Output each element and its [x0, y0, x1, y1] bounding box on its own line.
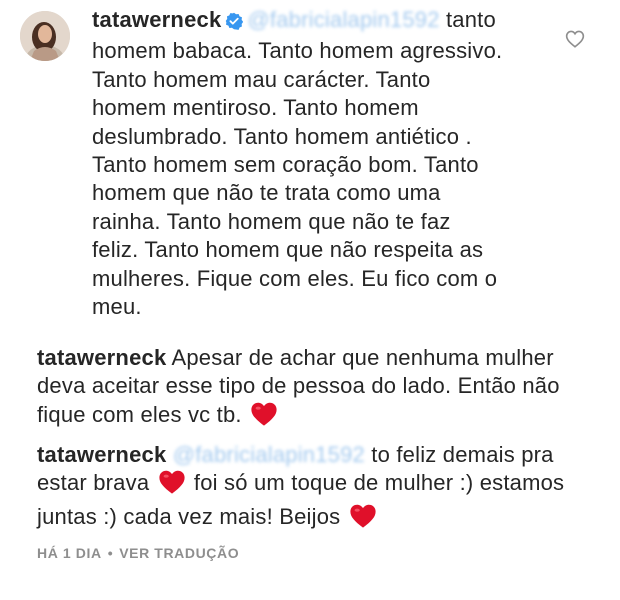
reply-username[interactable]: tatawerneck	[37, 442, 166, 467]
comment-meta: HÁ 1 DIA • VER TRADUÇÃO	[37, 545, 239, 561]
comment-text-line: homem que não te trata como uma	[92, 180, 441, 206]
timestamp: HÁ 1 DIA	[37, 545, 102, 561]
reply-text-line: fique com eles vc tb.	[37, 401, 242, 427]
reply-1: tatawerneck Apesar de achar que nenhuma …	[37, 344, 597, 434]
profile-photo	[20, 11, 70, 61]
see-translation-button[interactable]: VER TRADUÇÃO	[119, 545, 239, 561]
heart-outline-icon[interactable]	[565, 30, 585, 53]
comment-text-line: rainha. Tanto homem que não te faz	[92, 208, 451, 234]
reply-2: tatawerneck @fabricialapin1592 to feliz …	[37, 441, 597, 536]
comment-text-line: feliz. Tanto homem que não respeita as	[92, 237, 484, 263]
comment-text-line: Tanto homem mau carácter. Tanto	[92, 66, 431, 92]
comment-text-line: deslumbrado. Tanto homem antiético .	[92, 123, 472, 149]
reply-text-line: to feliz demais pra	[371, 442, 554, 467]
comment-username[interactable]: tatawerneck	[92, 7, 221, 32]
comment-text-line: meu.	[92, 294, 142, 320]
reply-text-line: estar brava	[37, 470, 150, 496]
comment-text-line: homem babaca. Tanto homem agressivo.	[92, 38, 503, 64]
reply-text-line: foi só um toque de mulher :) estamos	[193, 470, 565, 496]
reply-mention[interactable]: @fabricialapin1592	[173, 442, 365, 467]
comment-text-line: homem mentiroso. Tanto homem	[92, 95, 419, 121]
verified-badge-icon	[225, 9, 244, 37]
separator-dot: •	[107, 545, 114, 561]
red-heart-emoji	[349, 503, 377, 536]
comment-body: tatawerneck @fabricialapin1592 tanto home…	[92, 6, 532, 321]
comment-mention[interactable]: @fabricialapin1592	[247, 7, 439, 32]
reply-username[interactable]: tatawerneck	[37, 345, 166, 370]
reply-text-line: juntas :) cada vez mais! Beijos	[37, 503, 341, 529]
avatar[interactable]	[20, 11, 70, 61]
comment-text-line: mulheres. Fique com eles. Eu fico com o	[92, 265, 498, 291]
comment-text-line: tanto	[445, 7, 496, 32]
red-heart-emoji	[158, 469, 186, 502]
reply-text-line: deva aceitar esse tipo de pessoa do lado…	[37, 373, 560, 399]
comment-text-line: Tanto homem sem coração bom. Tanto	[92, 152, 479, 178]
red-heart-emoji	[250, 401, 278, 434]
reply-text-line: Apesar de achar que nenhuma mulher	[171, 345, 554, 370]
